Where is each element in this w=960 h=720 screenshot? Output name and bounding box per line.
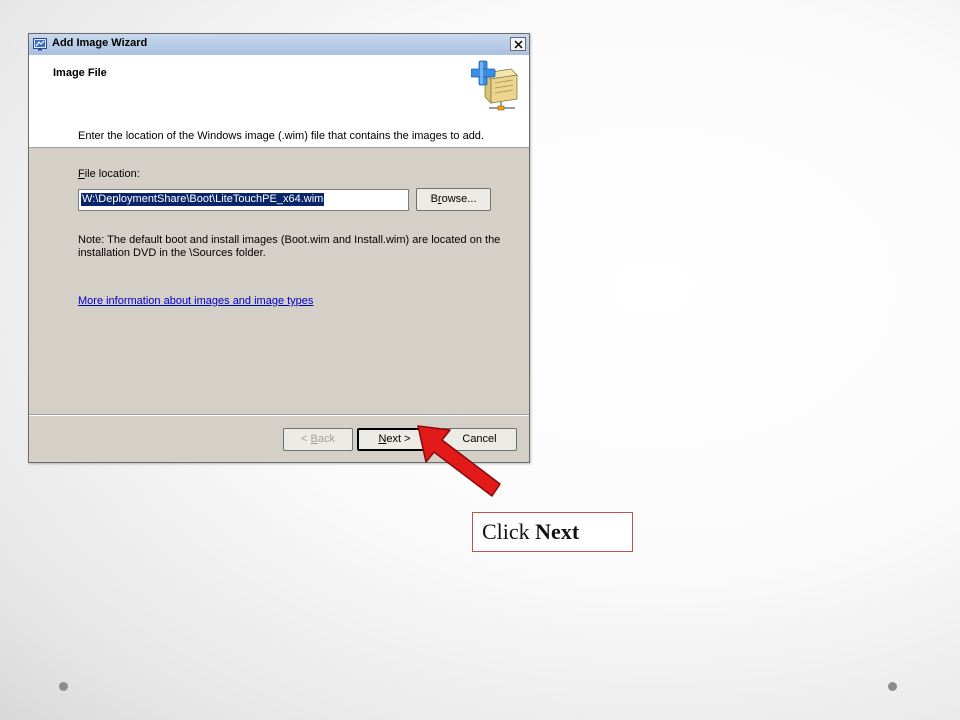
more-information-link[interactable]: More information about images and image … xyxy=(78,295,313,307)
add-image-box-icon xyxy=(471,60,518,111)
callout-prefix: Click xyxy=(482,519,536,544)
page-title: Image File xyxy=(53,67,107,79)
instruction-callout: Click Next xyxy=(472,512,633,552)
browse-label-prefix: B xyxy=(430,193,438,205)
back-label-prefix: < xyxy=(301,433,311,445)
window-title: Add Image Wizard xyxy=(52,37,148,49)
next-label-suffix: ext > xyxy=(386,433,411,445)
note-text: Note: The default boot and install image… xyxy=(78,234,501,259)
file-label-text: ile location: xyxy=(84,168,140,180)
back-label-suffix: ack xyxy=(317,433,335,445)
file-label-mnemonic: F xyxy=(78,168,85,180)
back-button[interactable]: < Back xyxy=(283,428,353,451)
title-bar[interactable]: Add Image Wizard xyxy=(29,34,529,56)
red-arrow-icon xyxy=(417,425,501,497)
callout-emphasis: Next xyxy=(535,519,580,544)
instruction-text: Enter the location of the Windows image … xyxy=(78,130,484,142)
browse-button[interactable]: Browse... xyxy=(416,188,491,211)
close-button[interactable] xyxy=(510,37,526,51)
close-icon xyxy=(514,40,523,49)
slide-dot-left xyxy=(59,682,68,691)
footer-divider xyxy=(29,414,529,416)
file-location-input[interactable]: W:\DeploymentShare\Boot\LiteTouchPE_x64.… xyxy=(78,189,409,211)
add-image-wizard-dialog: Add Image Wizard Image File Enter the lo… xyxy=(28,33,530,463)
file-location-label: File location: xyxy=(78,168,140,180)
slide-dot-right xyxy=(888,682,897,691)
browse-label-suffix: owse... xyxy=(441,193,477,205)
back-label-mnemonic: B xyxy=(310,433,318,445)
wizard-app-icon xyxy=(33,38,47,51)
file-location-value: W:\DeploymentShare\Boot\LiteTouchPE_x64.… xyxy=(81,193,325,206)
